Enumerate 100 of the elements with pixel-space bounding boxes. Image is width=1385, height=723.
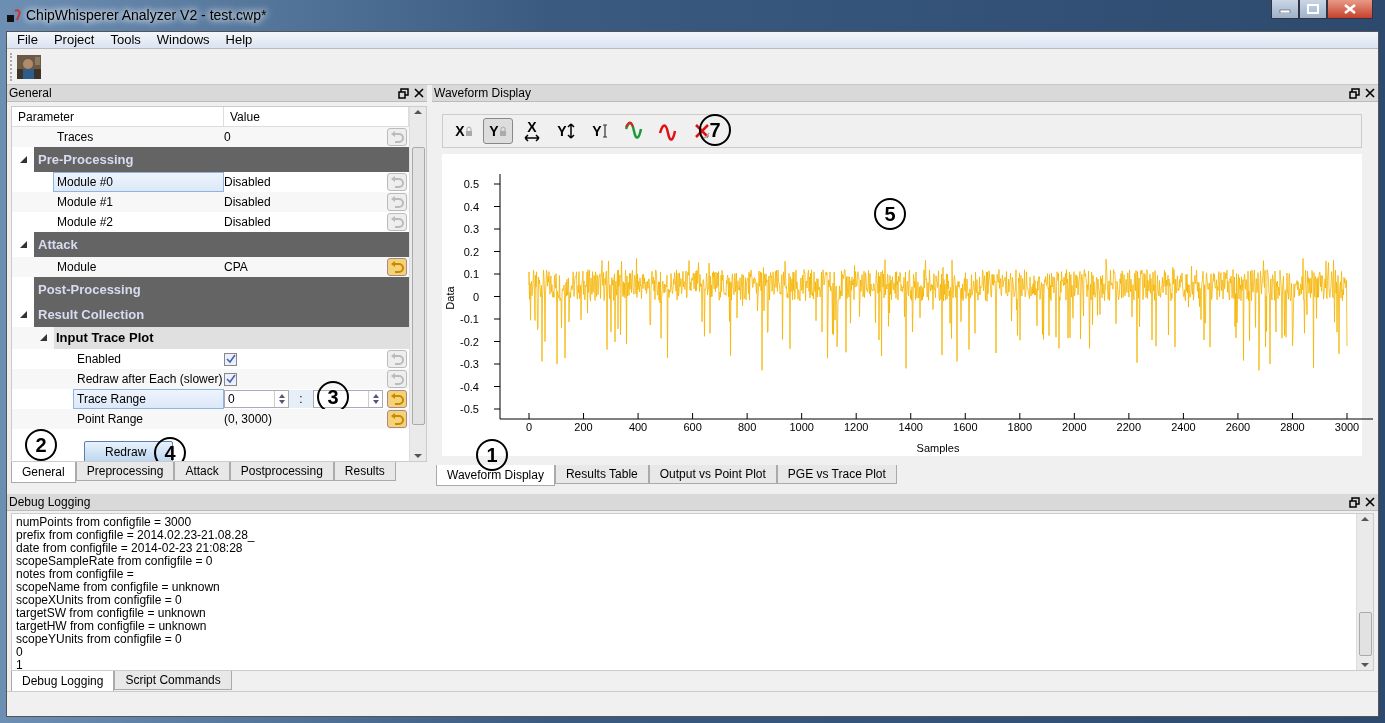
parameter-value: Disabled	[224, 194, 271, 211]
tab[interactable]: Debug Logging	[11, 671, 115, 692]
maximize-button[interactable]	[1299, 0, 1327, 19]
spin-field[interactable]	[313, 390, 383, 408]
axis-tick-label: 0	[525, 420, 533, 434]
scroll-down-icon[interactable]	[1361, 660, 1369, 670]
axis-tick-label: 0	[472, 289, 479, 304]
scroll-thumb[interactable]	[1358, 612, 1372, 656]
expand-arrow-icon[interactable]	[19, 310, 27, 318]
parameter-label[interactable]: Traces	[57, 128, 94, 146]
scroll-thumb[interactable]	[411, 147, 425, 425]
tab[interactable]: Results	[333, 462, 396, 481]
axis-tick-label: 0.4	[463, 199, 479, 214]
parameter-value: CPA	[224, 259, 248, 276]
x-autoscale-button[interactable]: X	[517, 118, 547, 144]
tab[interactable]: Waveform Display	[436, 465, 555, 486]
double-arrow-icon	[566, 123, 575, 139]
axis-tick-label: 0.1	[463, 267, 479, 281]
log-line: targetHW from configfile = unknown	[16, 620, 208, 633]
group-header[interactable]: Result Collection	[34, 302, 409, 327]
column-header[interactable]: Parameter	[12, 107, 224, 126]
tab[interactable]: Output vs Point Plot	[648, 465, 777, 484]
log-line: notes from configfile =	[16, 568, 135, 581]
wave-icon	[624, 121, 644, 141]
y-autoscale-button[interactable]: Y	[551, 118, 581, 144]
axis-tick-label: 400	[628, 420, 648, 434]
group-header[interactable]: Input Trace Plot	[54, 327, 409, 349]
callout-number: 2	[25, 429, 57, 461]
expand-arrow-icon[interactable]	[19, 155, 27, 163]
minimize-button[interactable]	[1271, 0, 1299, 19]
tab[interactable]: Preprocessing	[75, 462, 175, 481]
parameter-label[interactable]: Module	[57, 258, 97, 276]
axis-tick-label: -0.5	[460, 402, 479, 416]
callout-number: 7	[699, 114, 731, 146]
spin-field[interactable]: 0	[224, 390, 289, 408]
callout-number: 1	[476, 439, 508, 471]
log-line: date from configfile = 2014-02-23 21:08:28	[16, 542, 243, 555]
y-range-button[interactable]: Y	[585, 118, 615, 144]
scrollbar[interactable]	[1356, 514, 1373, 670]
scrollbar[interactable]	[409, 107, 426, 461]
double-arrow-icon	[524, 134, 540, 142]
log-line: scopeSampleRate from configfile = 0	[16, 555, 214, 568]
close-icon[interactable]	[411, 86, 427, 100]
checkbox[interactable]	[224, 372, 237, 386]
tab[interactable]: PGE vs Trace Plot	[776, 465, 897, 484]
log-line: 1	[16, 659, 24, 670]
axis-tick-label: 2400	[1171, 420, 1196, 434]
menu-item[interactable]: Project	[45, 30, 103, 50]
axis-tick-label: 0.2	[463, 244, 479, 259]
log-line: targetSW from configfile = unknown	[16, 607, 207, 620]
callout-number: 5	[874, 198, 906, 230]
parameter-label[interactable]: Enabled	[77, 350, 122, 368]
scroll-up-icon[interactable]	[1361, 514, 1369, 524]
tab[interactable]: Postprocessing	[229, 462, 334, 481]
maximize-icon	[1307, 4, 1319, 14]
axis-tick-label: 800	[737, 420, 757, 434]
parameter-label[interactable]: Module #2	[57, 213, 114, 231]
axis-tick-label: 1000	[789, 420, 814, 434]
axis-label: Data	[442, 286, 457, 310]
float-icon[interactable]	[1346, 495, 1362, 509]
group-header[interactable]: Post-Processing	[34, 277, 409, 302]
menu-item[interactable]: File	[9, 30, 46, 50]
group-header[interactable]: Pre-Processing	[34, 147, 409, 172]
y-lock-button[interactable]: Y	[483, 118, 513, 144]
log-line: scopeXUnits from configfile = 0	[16, 594, 183, 607]
tab[interactable]: General	[11, 462, 76, 483]
lock-icon	[498, 125, 507, 137]
scroll-down-icon[interactable]	[414, 451, 422, 461]
log-line: scopeName from configfile = unknown	[16, 581, 221, 594]
axis-tick-label: -0.2	[460, 334, 479, 349]
range-separator: :	[289, 390, 313, 408]
log-line: 0	[16, 646, 23, 659]
checkbox[interactable]	[224, 352, 237, 366]
axis-label: Samples	[916, 441, 960, 455]
panel-title: Debug Logging	[9, 494, 92, 511]
axis-tick-label: 2800	[1280, 420, 1305, 434]
parameter-label[interactable]: Module #1	[57, 193, 114, 211]
spin-arrows-icon	[277, 393, 286, 405]
menu-item[interactable]: Help	[217, 30, 261, 50]
expand-arrow-icon[interactable]	[39, 334, 47, 342]
expand-arrow-icon[interactable]	[19, 240, 27, 248]
axis-tick-label: 600	[683, 420, 702, 434]
scroll-up-icon[interactable]	[414, 107, 422, 117]
axis-tick-label: 0.3	[463, 222, 479, 236]
x-lock-button[interactable]: X	[449, 118, 479, 144]
parameter-label[interactable]: Point Range	[77, 410, 144, 428]
group-header[interactable]: Attack	[34, 232, 409, 257]
tab[interactable]: Attack	[174, 462, 230, 481]
close-icon[interactable]	[1362, 495, 1378, 509]
menu-item[interactable]: Tools	[102, 30, 149, 50]
spin-arrows-icon	[371, 393, 380, 405]
tab[interactable]: Results Table	[554, 465, 649, 484]
axis-tick-label: 3000	[1334, 420, 1360, 434]
tab[interactable]: Script Commands	[114, 671, 232, 690]
float-icon[interactable]	[395, 86, 411, 100]
close-icon[interactable]	[1362, 86, 1378, 100]
parameter-value: (0, 3000)	[224, 411, 273, 428]
menu-item[interactable]: Windows	[148, 30, 218, 50]
close-button[interactable]	[1327, 0, 1373, 19]
float-icon[interactable]	[1346, 86, 1362, 100]
